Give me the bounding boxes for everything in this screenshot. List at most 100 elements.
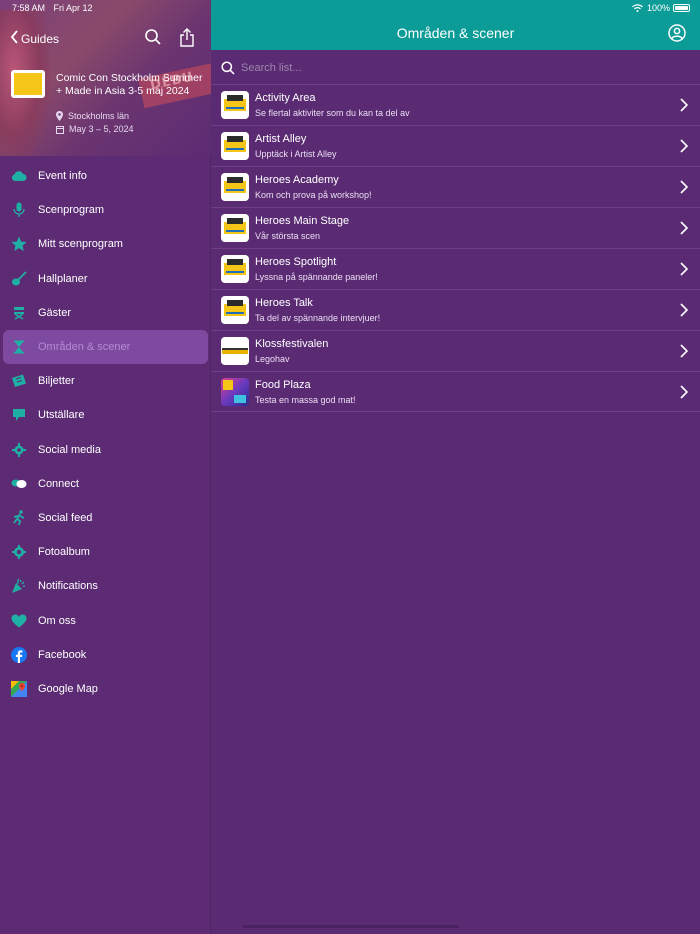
search-icon (221, 61, 235, 75)
page-title: Områden & scener (396, 25, 515, 41)
event-logo (11, 70, 45, 98)
sidebar-item-om-oss[interactable]: Om oss (0, 603, 211, 637)
top-bar: 100% Områden & scener (211, 0, 700, 50)
ticket-icon (11, 373, 27, 389)
event-dates-text: May 3 – 5, 2024 (69, 124, 134, 134)
list-item-klossfestivalen[interactable]: Klossfestivalen Legohav (211, 330, 700, 371)
sidebar-item-label: Mitt scenprogram (38, 238, 123, 251)
sidebar-item-omraden-scener[interactable]: Områden & scener (3, 329, 208, 365)
battery-percent: 100% (646, 3, 670, 13)
list-item-title: Food Plaza (255, 379, 311, 391)
heroes-logo-thumbnail (221, 255, 249, 283)
confetti-icon (11, 578, 27, 594)
heroes-logo-thumbnail (221, 132, 249, 160)
list-item-artist-alley[interactable]: Artist Alley Upptäck i Artist Alley (211, 125, 700, 166)
sidebar-item-label: Event info (38, 170, 87, 183)
back-button[interactable]: Guides (10, 30, 59, 47)
chevron-right-icon (680, 385, 688, 399)
chevron-right-icon (680, 139, 688, 153)
sidebar-item-label: Notifications (38, 580, 98, 593)
list-item-title: Artist Alley (255, 133, 307, 145)
google-maps-icon (11, 680, 27, 697)
sidebar-item-utstallare[interactable]: Utställare (0, 398, 211, 432)
calendar-icon (56, 125, 64, 134)
hourglass-icon (11, 339, 27, 355)
list-item-heroes-main-stage[interactable]: Heroes Main Stage Vår största scen (211, 207, 700, 248)
chevron-right-icon (680, 98, 688, 112)
list-item-subtitle: Testa en massa god mat! (255, 395, 356, 405)
list-item-title: Heroes Spotlight (255, 256, 337, 268)
cloud-icon (11, 168, 27, 184)
search-bar[interactable] (221, 58, 691, 78)
main-panel: 100% Områden & scener Activity Area Se f… (211, 0, 700, 934)
list-item-title: Heroes Main Stage (255, 215, 350, 227)
heroes-logo-thumbnail (221, 214, 249, 242)
sidebar-item-label: Utställare (38, 409, 85, 422)
list-item-subtitle: Vår största scen (255, 231, 321, 241)
chevron-left-icon (10, 30, 19, 47)
sidebar-item-google-map[interactable]: Google Map (0, 672, 211, 706)
event-logo-mark (14, 73, 42, 95)
director-chair-icon (11, 305, 27, 321)
list-item-activity-area[interactable]: Activity Area Se flertal aktiviter som d… (211, 84, 700, 125)
sidebar-item-fotoalbum[interactable]: Fotoalbum (0, 535, 211, 569)
sidebar-item-scenprogram[interactable]: Scenprogram (0, 193, 211, 227)
gear-people-icon (11, 442, 27, 458)
chevron-right-icon (680, 344, 688, 358)
status-date: Fri Apr 12 (53, 3, 93, 13)
list-item-subtitle: Kom och prova på workshop! (255, 190, 372, 200)
chevron-right-icon (680, 221, 688, 235)
list-item-heroes-academy[interactable]: Heroes Academy Kom och prova på workshop… (211, 166, 700, 207)
sidebar-item-mitt-scenprogram[interactable]: Mitt scenprogram (0, 227, 211, 261)
sidebar-item-gaster[interactable]: Gäster (0, 296, 211, 330)
chevron-right-icon (680, 262, 688, 276)
search-input[interactable] (241, 62, 641, 74)
guitar-icon (11, 271, 27, 287)
sidebar-item-connect[interactable]: Connect (0, 467, 211, 501)
sidebar-item-label: Facebook (38, 648, 87, 661)
list-item-title: Heroes Academy (255, 174, 339, 186)
wifi-icon (632, 4, 643, 12)
sidebar-item-biljetter[interactable]: Biljetter (0, 364, 211, 398)
sidebar-item-label: Fotoalbum (38, 546, 90, 559)
sidebar-item-label: Områden & scener (38, 341, 131, 354)
sidebar-item-social-media[interactable]: Social media (0, 433, 211, 467)
battery-icon (673, 4, 690, 12)
areas-list: Activity Area Se flertal aktiviter som d… (211, 84, 700, 412)
sidebar-item-label: Social feed (38, 511, 93, 524)
sidebar-item-hallplaner[interactable]: Hallplaner (0, 262, 211, 296)
list-item-subtitle: Se flertal aktiviter som du kan ta del a… (255, 108, 410, 118)
profile-icon[interactable] (668, 24, 686, 42)
list-item-title: Heroes Talk (255, 297, 313, 309)
list-item-heroes-talk[interactable]: Heroes Talk Ta del av spännande intervju… (211, 289, 700, 330)
share-icon[interactable] (178, 28, 198, 48)
heart-icon (11, 613, 27, 629)
sidebar-item-social-feed[interactable]: Social feed (0, 501, 211, 535)
list-item-subtitle: Legohav (255, 354, 290, 364)
camera-gear-icon (11, 544, 27, 560)
sidebar-item-facebook[interactable]: Facebook (0, 638, 211, 672)
home-indicator (243, 925, 459, 928)
microphone-icon (11, 202, 27, 218)
list-item-subtitle: Ta del av spännande intervjuer! (255, 313, 381, 323)
sidebar-item-label: Hallplaner (38, 272, 88, 285)
chevron-right-icon (680, 180, 688, 194)
event-location: Stockholms län (56, 111, 129, 121)
facebook-icon (11, 646, 27, 663)
status-bar-left: 7:58 AM Fri Apr 12 (12, 3, 99, 13)
event-title: Comic Con Stockholm Summer + Made in Asi… (56, 72, 203, 97)
sidebar-item-label: Scenprogram (38, 204, 105, 217)
sidebar-item-label: Social media (38, 443, 101, 456)
sidebar-item-label: Google Map (38, 682, 98, 695)
list-item-title: Activity Area (255, 92, 316, 104)
heroes-logo-thumbnail (221, 91, 249, 119)
sidebar-item-notifications[interactable]: Notifications (0, 569, 211, 603)
list-item-food-plaza[interactable]: Food Plaza Testa en massa god mat! (211, 371, 700, 412)
status-bar-right: 100% (632, 3, 690, 13)
search-icon[interactable] (144, 28, 164, 48)
list-item-heroes-spotlight[interactable]: Heroes Spotlight Lyssna på spännande pan… (211, 248, 700, 289)
sidebar-item-event-info[interactable]: Event info (0, 159, 211, 193)
sidebar-menu: Event info Scenprogram Mitt scenprogram … (0, 159, 211, 706)
location-pin-icon (56, 111, 63, 121)
sidebar-item-label: Biljetter (38, 375, 75, 388)
